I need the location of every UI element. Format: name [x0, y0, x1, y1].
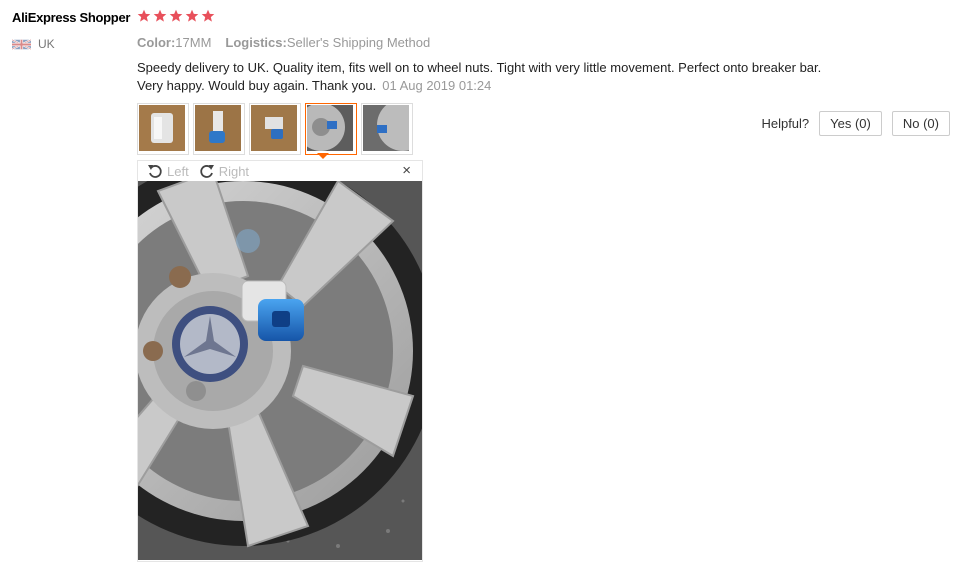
thumb-photo-1 [139, 105, 185, 151]
photo-viewer-toolbar: Left Right × [138, 161, 422, 181]
purchase-meta: Color:17MM Logistics:Seller's Shipping Me… [137, 35, 430, 50]
review-photo-large [138, 181, 422, 560]
thumb-photo-2 [195, 105, 241, 151]
star-icon [201, 9, 215, 22]
thumb-photo-4 [307, 105, 353, 151]
color-value: 17MM [175, 35, 212, 50]
review-photo-thumb-3[interactable] [249, 103, 301, 155]
logistics-label: Logistics: [225, 35, 287, 50]
logistics-value: Seller's Shipping Method [286, 35, 431, 50]
rotate-right-button[interactable]: Right [199, 163, 249, 179]
helpful-label: Helpful? [761, 116, 810, 131]
selected-thumb-pointer [317, 153, 329, 159]
uk-flag-icon [12, 38, 31, 50]
close-icon[interactable]: × [402, 163, 411, 179]
review-photo-thumb-2[interactable] [193, 103, 245, 155]
review-date: 01 Aug 2019 01:24 [382, 78, 492, 93]
review-photo-thumb-5[interactable] [361, 103, 413, 155]
helpful-yes-button[interactable]: Yes (0) [819, 111, 882, 136]
reviewer-country: UK [12, 37, 55, 51]
thumb-photo-3 [251, 105, 297, 151]
rotate-left-label: Left [167, 163, 189, 179]
star-icon [153, 9, 167, 22]
review-body: Speedy delivery to UK. Quality item, fit… [137, 59, 837, 95]
rotate-right-icon [200, 165, 214, 178]
review-photo-thumb-4-selected[interactable] [305, 103, 357, 155]
star-icon [137, 9, 151, 22]
review-photo-thumbnails [137, 103, 413, 155]
star-icon [185, 9, 199, 22]
rotate-left-icon [148, 165, 162, 178]
color-label: Color: [137, 35, 176, 50]
rotate-right-label: Right [218, 163, 250, 179]
helpful-vote: Helpful? Yes (0) No (0) [761, 111, 950, 136]
thumb-photo-5 [363, 105, 409, 151]
country-code: UK [38, 37, 55, 51]
star-icon [169, 9, 183, 22]
rotate-left-button[interactable]: Left [147, 163, 189, 179]
helpful-no-button[interactable]: No (0) [891, 111, 950, 136]
rating-stars [137, 9, 215, 23]
review-photo-thumb-1[interactable] [137, 103, 189, 155]
reviewer-name: AliExpress Shopper [12, 10, 131, 25]
photo-viewer: Left Right × [137, 160, 423, 562]
